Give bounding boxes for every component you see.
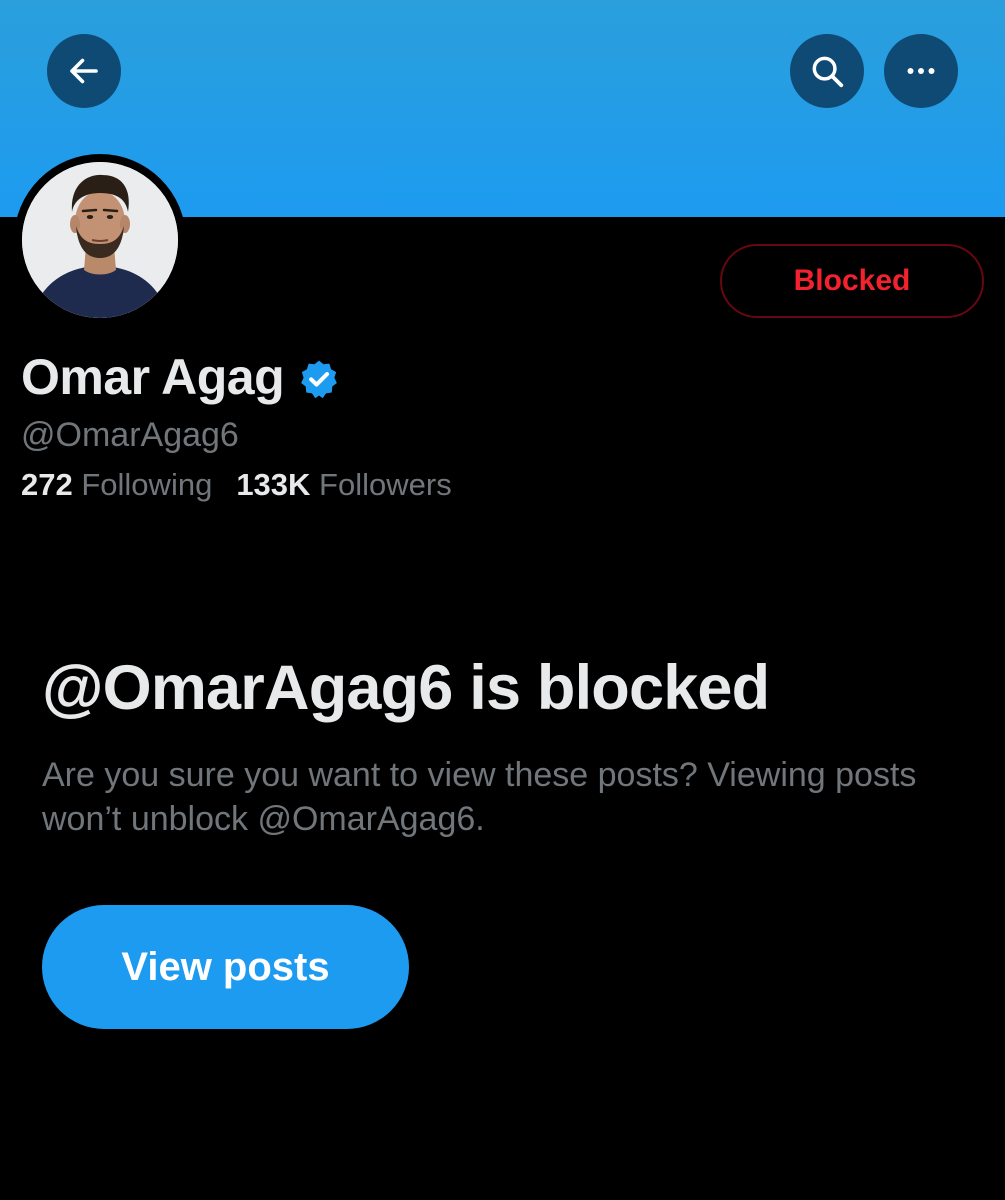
following-count: 272: [21, 467, 73, 502]
name-row: Omar Agag: [21, 346, 340, 408]
following-link[interactable]: 272 Following: [21, 467, 212, 502]
followers-count: 133K: [236, 467, 311, 502]
search-icon: [812, 56, 844, 88]
following-label: Following: [81, 467, 213, 502]
profile-page: Blocked Omar Agag @OmarAgag6 272 Followi…: [0, 0, 1005, 1200]
profile-photo: [22, 162, 178, 318]
search-button[interactable]: [790, 34, 864, 108]
blocked-title: @OmarAgag6 is blocked: [42, 653, 770, 723]
verified-badge-icon[interactable]: [298, 358, 340, 400]
arrow-left-icon: [70, 58, 98, 84]
more-horizontal-icon: [907, 68, 935, 74]
blocked-button[interactable]: Blocked: [720, 244, 984, 318]
view-posts-button[interactable]: View posts: [42, 905, 409, 1029]
profile-handle: @OmarAgag6: [21, 416, 239, 454]
blocked-description: Are you sure you want to view these post…: [42, 756, 917, 838]
follow-stats: 272 Following 133K Followers: [21, 467, 452, 503]
followers-label: Followers: [319, 467, 452, 502]
avatar-ring: [14, 154, 186, 326]
followers-link[interactable]: 133K Followers: [236, 467, 451, 502]
back-button[interactable]: [47, 34, 121, 108]
avatar[interactable]: [22, 162, 178, 318]
more-options-button[interactable]: [884, 34, 958, 108]
display-name: Omar Agag: [21, 349, 285, 405]
